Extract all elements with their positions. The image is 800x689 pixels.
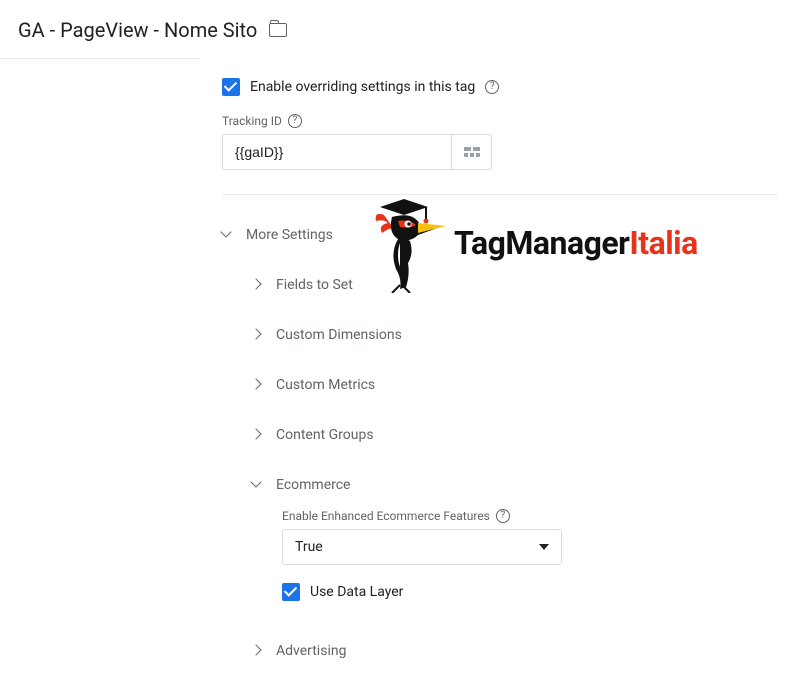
settings-panel: Enable overriding settings in this tag ?…	[200, 58, 800, 689]
ecommerce-label: Ecommerce	[276, 477, 350, 493]
content-wrapper: Enable overriding settings in this tag ?…	[0, 58, 800, 689]
chevron-right-icon	[252, 330, 262, 340]
help-icon[interactable]: ?	[288, 114, 302, 128]
custom-dimensions-toggle[interactable]: Custom Dimensions	[222, 317, 778, 353]
enhanced-ecommerce-label-row: Enable Enhanced Ecommerce Features ?	[282, 509, 778, 523]
chevron-right-icon	[252, 646, 262, 656]
tracking-id-label: Tracking ID	[222, 114, 282, 128]
tracking-id-label-row: Tracking ID ?	[222, 114, 778, 128]
use-data-layer-label: Use Data Layer	[310, 584, 403, 600]
custom-metrics-label: Custom Metrics	[276, 377, 375, 393]
variable-picker-button[interactable]	[452, 134, 492, 170]
tracking-id-input-group	[222, 134, 778, 170]
override-checkbox[interactable]	[222, 78, 240, 96]
ecommerce-toggle[interactable]: Ecommerce	[222, 467, 778, 503]
chevron-down-icon	[252, 480, 262, 490]
caret-down-icon	[539, 544, 549, 550]
folder-icon[interactable]	[269, 23, 287, 37]
header: GA - PageView - Nome Sito	[0, 0, 800, 58]
help-icon[interactable]: ?	[496, 509, 510, 523]
chevron-right-icon	[252, 380, 262, 390]
use-data-layer-row: Use Data Layer	[282, 583, 778, 601]
fields-to-set-toggle[interactable]: Fields to Set	[222, 267, 778, 303]
left-spacer	[0, 58, 200, 689]
fields-to-set-label: Fields to Set	[276, 277, 353, 293]
tracking-id-input[interactable]	[222, 134, 452, 170]
enhanced-ecommerce-value: True	[295, 539, 323, 555]
chevron-down-icon	[222, 230, 232, 240]
advertising-label: Advertising	[276, 643, 346, 659]
ecommerce-body: Enable Enhanced Ecommerce Features ? Tru…	[222, 509, 778, 601]
content-groups-toggle[interactable]: Content Groups	[222, 417, 778, 453]
override-setting-row: Enable overriding settings in this tag ?	[222, 78, 778, 96]
use-data-layer-checkbox[interactable]	[282, 583, 300, 601]
divider	[222, 194, 778, 195]
custom-dimensions-label: Custom Dimensions	[276, 327, 402, 343]
override-label: Enable overriding settings in this tag	[250, 79, 475, 95]
custom-metrics-toggle[interactable]: Custom Metrics	[222, 367, 778, 403]
help-icon[interactable]: ?	[485, 80, 499, 94]
more-settings-label: More Settings	[246, 227, 333, 243]
chevron-right-icon	[252, 280, 262, 290]
enhanced-ecommerce-select[interactable]: True	[282, 529, 562, 565]
chevron-right-icon	[252, 430, 262, 440]
enhanced-ecommerce-label: Enable Enhanced Ecommerce Features	[282, 509, 490, 523]
more-settings-toggle[interactable]: More Settings	[222, 217, 778, 253]
page-title: GA - PageView - Nome Sito	[18, 18, 257, 42]
variable-icon	[464, 147, 480, 157]
content-groups-label: Content Groups	[276, 427, 374, 443]
advertising-toggle[interactable]: Advertising	[222, 633, 778, 669]
